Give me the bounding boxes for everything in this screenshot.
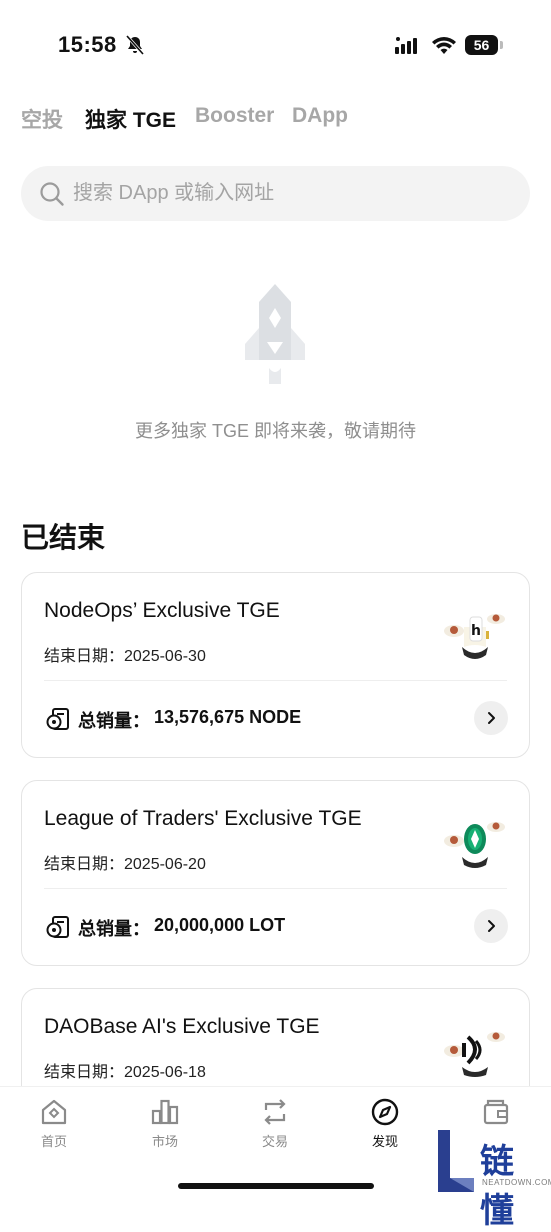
status-time: 15:58 bbox=[58, 32, 117, 57]
nav-trade[interactable]: 交易 bbox=[230, 1097, 320, 1157]
watermark: 链懂 NEATDOWN.COM bbox=[436, 1130, 551, 1230]
nav-label: 交易 bbox=[261, 1134, 288, 1149]
card-end-date: 结束日期：2025-06-30 bbox=[44, 648, 206, 665]
card-divider bbox=[44, 888, 507, 889]
nodeops-logo-icon: h bbox=[444, 614, 505, 659]
nav-discover[interactable]: 发现 bbox=[340, 1097, 430, 1157]
watermark-logo-icon bbox=[438, 1130, 474, 1192]
card-title: DAOBase AI's Exclusive TGE bbox=[44, 1015, 320, 1038]
tab-booster[interactable]: Booster bbox=[195, 104, 274, 128]
tge-card[interactable]: DAOBase AI's Exclusive TGE 结束日期：2025-06-… bbox=[21, 988, 530, 1086]
ended-tge-list: NodeOps’ Exclusive TGE 结束日期：2025-06-30 h… bbox=[0, 560, 551, 1086]
tge-card[interactable]: League of Traders' Exclusive TGE 结束日期：20… bbox=[21, 780, 530, 966]
card-end-date: 结束日期：2025-06-18 bbox=[44, 1064, 206, 1081]
tab-exclusive-tge[interactable]: 独家 TGE bbox=[85, 104, 176, 134]
daobase-logo-icon bbox=[444, 1032, 505, 1077]
trade-icon bbox=[264, 1099, 286, 1125]
wifi-icon bbox=[432, 37, 456, 54]
token-sales-icon bbox=[46, 916, 69, 938]
card-detail-button[interactable] bbox=[474, 909, 508, 943]
bell-muted-icon bbox=[125, 35, 145, 55]
chevron-right-icon bbox=[488, 712, 495, 724]
total-sales-label: 总销量： bbox=[78, 919, 150, 939]
status-bar: 15:58 56 bbox=[0, 0, 551, 90]
empty-state-text: 更多独家 TGE 即将来袭，敬请期待 bbox=[134, 421, 416, 441]
total-sales-value: 13,576,675 NODE bbox=[154, 707, 302, 727]
tab-airdrop[interactable]: 空投 bbox=[21, 104, 63, 134]
wallet-icon bbox=[483, 1099, 509, 1125]
card-divider bbox=[44, 680, 507, 681]
battery-icon: 56 bbox=[465, 35, 503, 55]
home-indicator bbox=[178, 1183, 374, 1189]
nav-label: 首页 bbox=[40, 1134, 67, 1149]
chevron-right-icon bbox=[488, 920, 495, 932]
tge-card[interactable]: NodeOps’ Exclusive TGE 结束日期：2025-06-30 h… bbox=[21, 572, 530, 758]
token-sales-icon bbox=[46, 708, 69, 730]
nav-label: 发现 bbox=[371, 1134, 398, 1149]
cellular-signal-icon bbox=[395, 37, 417, 54]
card-end-date: 结束日期：2025-06-20 bbox=[44, 856, 206, 873]
league-of-traders-logo-icon bbox=[444, 822, 505, 868]
svg-text:h: h bbox=[471, 623, 481, 639]
rocket-icon bbox=[245, 284, 305, 384]
search-bar[interactable] bbox=[21, 166, 530, 221]
card-title: NodeOps’ Exclusive TGE bbox=[44, 599, 280, 622]
tab-dapp[interactable]: DApp bbox=[292, 104, 348, 128]
search-input[interactable] bbox=[73, 166, 513, 221]
search-icon bbox=[40, 182, 64, 206]
total-sales-value: 20,000,000 LOT bbox=[154, 915, 286, 935]
card-title: League of Traders' Exclusive TGE bbox=[44, 807, 362, 830]
nav-home[interactable]: 首页 bbox=[9, 1097, 99, 1157]
total-sales-label: 总销量： bbox=[78, 711, 150, 731]
nav-market[interactable]: 市场 bbox=[120, 1097, 210, 1157]
market-icon bbox=[151, 1099, 179, 1125]
home-icon bbox=[41, 1099, 67, 1125]
battery-level: 56 bbox=[465, 35, 498, 55]
card-detail-button[interactable] bbox=[474, 701, 508, 735]
section-title-ended: 已结束 bbox=[21, 522, 106, 553]
nav-label: 市场 bbox=[151, 1134, 178, 1149]
watermark-subtext: NEATDOWN.COM bbox=[482, 1178, 551, 1187]
discover-icon bbox=[371, 1098, 399, 1126]
